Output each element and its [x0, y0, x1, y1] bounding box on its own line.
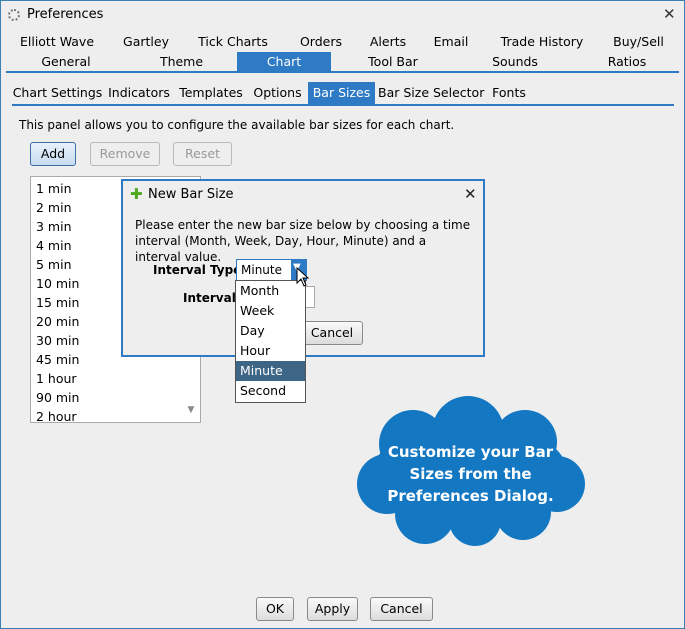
cancel-button[interactable]: Cancel — [370, 597, 433, 621]
tab-buy-sell[interactable]: Buy/Sell — [598, 32, 679, 52]
tab-email[interactable]: Email — [416, 32, 486, 52]
list-item[interactable]: 1 min — [36, 179, 72, 198]
list-item[interactable]: 30 min — [36, 331, 79, 350]
option-minute[interactable]: Minute — [236, 361, 305, 381]
tab-indicators[interactable]: Indicators — [105, 82, 173, 104]
tab-fonts[interactable]: Fonts — [486, 82, 532, 104]
callout-line-1: Customize your Bar — [387, 443, 554, 461]
list-item[interactable]: 20 min — [36, 312, 79, 331]
ok-button[interactable]: OK — [256, 597, 294, 621]
mouse-cursor-icon — [296, 267, 310, 287]
dialog-instructions: Please enter the new bar size below by c… — [135, 218, 471, 264]
tab-chart[interactable]: Chart — [237, 52, 331, 72]
list-item[interactable]: 1 hour — [36, 369, 77, 388]
tab-gartley[interactable]: Gartley — [108, 32, 184, 52]
list-item[interactable]: 4 min — [36, 236, 72, 255]
gear-icon — [8, 9, 20, 21]
add-button[interactable]: Add — [30, 142, 76, 166]
tab-templates[interactable]: Templates — [175, 82, 247, 104]
apply-button[interactable]: Apply — [307, 597, 358, 621]
reset-button[interactable]: Reset — [173, 142, 232, 166]
option-month[interactable]: Month — [236, 281, 305, 301]
tab-alerts[interactable]: Alerts — [360, 32, 416, 52]
tab-trade-history[interactable]: Trade History — [486, 32, 598, 52]
tab-tick-charts[interactable]: Tick Charts — [184, 32, 282, 52]
list-item[interactable]: 90 min — [36, 388, 79, 407]
tab-tool-bar[interactable]: Tool Bar — [331, 52, 455, 72]
window-title: Preferences — [27, 7, 104, 22]
main-tabs-row2: General Theme Chart Tool Bar Sounds Rati… — [6, 52, 679, 72]
tab-bar-size-selector[interactable]: Bar Size Selector — [378, 82, 484, 104]
close-icon[interactable]: ✕ — [464, 185, 477, 203]
plus-icon: ✚ — [130, 185, 143, 203]
tab-bar-sizes[interactable]: Bar Sizes — [308, 82, 375, 104]
callout-line-2: Sizes from the — [409, 465, 532, 483]
list-item[interactable]: 3 min — [36, 217, 72, 236]
tab-theme[interactable]: Theme — [126, 52, 237, 72]
panel-description: This panel allows you to configure the a… — [19, 118, 455, 132]
list-item[interactable]: 15 min — [36, 293, 79, 312]
list-item[interactable]: 5 min — [36, 255, 72, 274]
sub-tabs: Chart Settings Indicators Templates Opti… — [12, 82, 674, 104]
preferences-window: Preferences ✕ Elliott Wave Gartley Tick … — [0, 0, 685, 629]
option-second[interactable]: Second — [236, 381, 305, 401]
list-item[interactable]: 10 min — [36, 274, 79, 293]
interval-type-label: Interval Type: — [153, 263, 247, 277]
dialog-cancel-button[interactable]: Cancel — [301, 321, 363, 345]
sub-tabs-underline — [12, 104, 674, 106]
tab-sounds[interactable]: Sounds — [455, 52, 575, 72]
title-bar: Preferences ✕ — [1, 1, 684, 29]
list-item[interactable]: 45 min — [36, 350, 79, 369]
tab-options[interactable]: Options — [250, 82, 305, 104]
main-tabs-underline — [6, 71, 679, 73]
main-tabs-row1: Elliott Wave Gartley Tick Charts Orders … — [6, 32, 679, 52]
list-item[interactable]: 2 min — [36, 198, 72, 217]
callout-line-3: Preferences Dialog. — [387, 487, 554, 505]
tab-chart-settings[interactable]: Chart Settings — [12, 82, 103, 104]
remove-button[interactable]: Remove — [90, 142, 160, 166]
tab-general[interactable]: General — [6, 52, 126, 72]
interval-type-dropdown: Month Week Day Hour Minute Second — [235, 280, 306, 403]
tab-elliott-wave[interactable]: Elliott Wave — [6, 32, 108, 52]
option-hour[interactable]: Hour — [236, 341, 305, 361]
interval-label: Interval: — [183, 291, 241, 305]
callout-text: Customize your Bar Sizes from the Prefer… — [353, 441, 588, 507]
list-item[interactable]: 2 hour — [36, 407, 77, 422]
option-day[interactable]: Day — [236, 321, 305, 341]
tab-ratios[interactable]: Ratios — [575, 52, 679, 72]
option-week[interactable]: Week — [236, 301, 305, 321]
interval-type-value: Minute — [241, 263, 282, 277]
tab-orders[interactable]: Orders — [282, 32, 360, 52]
dialog-title: New Bar Size — [148, 187, 234, 202]
scroll-down-arrow[interactable]: ▼ — [184, 405, 198, 417]
close-icon[interactable]: ✕ — [663, 5, 676, 23]
